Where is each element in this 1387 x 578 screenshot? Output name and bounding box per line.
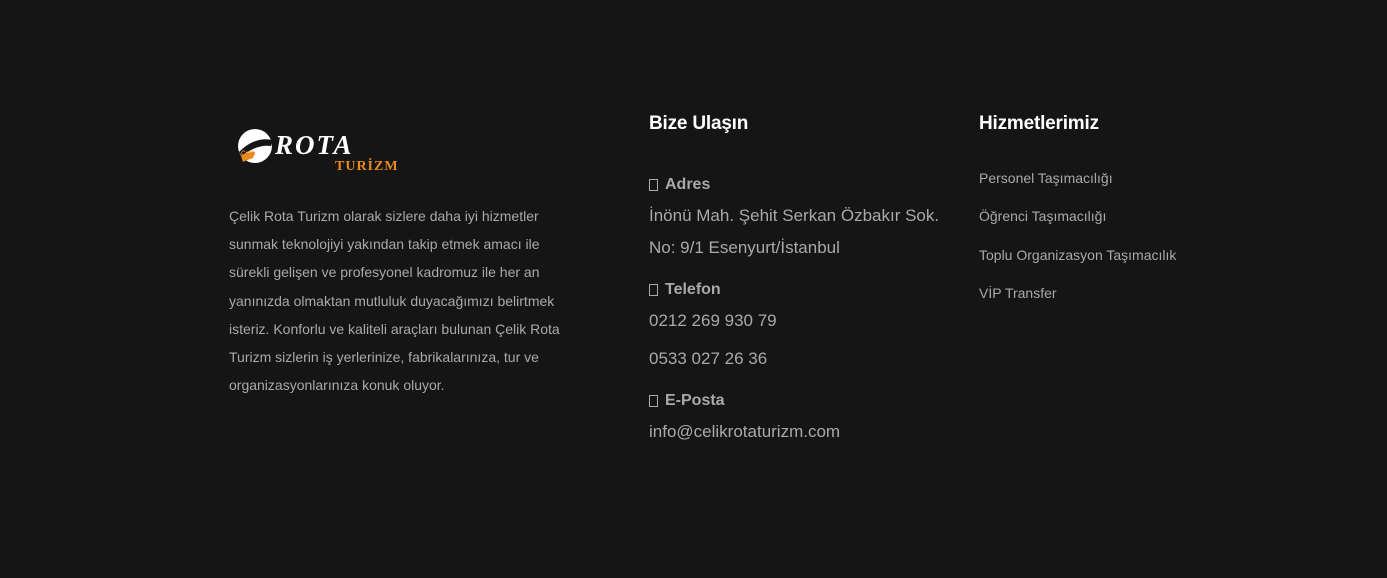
logo-badge-text: Çelik [241,151,256,157]
address-line-2: No: 9/1 Esenyurt/İstanbul [649,238,840,257]
about-text: Çelik Rota Turizm olarak sizlere daha iy… [229,208,560,394]
address-label-row: Adres [649,174,959,196]
services-list: Personel Taşımacılığı Öğrenci Taşımacılı… [979,168,1239,322]
services-heading: Hizmetlerimiz [979,113,1099,134]
address-line-1: İnönü Mah. Şehit Serkan Özbakır Sok. [649,206,940,225]
phone-icon [649,284,658,296]
phone-label-row: Telefon [649,279,959,301]
phone-2-link[interactable]: 0533 027 26 36 [649,343,959,375]
logo-main-text: ROTA [274,130,354,160]
services-column: Hizmetlerimiz Personel Taşımacılığı Öğre… [979,112,1239,322]
address-value: İnönü Mah. Şehit Serkan Özbakır Sok. No:… [649,200,959,264]
contact-heading: Bize Ulaşın [649,113,749,134]
contact-column: Bize Ulaşın Adres İnönü Mah. Şehit Serka… [649,112,959,448]
phone-label: Telefon [665,281,721,298]
address-label: Adres [665,176,711,193]
email-label: E-Posta [665,392,725,409]
phone-1-link[interactable]: 0212 269 930 79 [649,305,959,337]
envelope-icon [649,395,658,407]
about-column: Çelik ROTA TURİZM Çelik Rota Turizm olar… [229,122,574,399]
service-link-ogrenci[interactable]: Öğrenci Taşımacılığı [979,206,1239,244]
map-marker-icon [649,179,658,191]
email-label-row: E-Posta [649,390,959,412]
service-link-vip[interactable]: VİP Transfer [979,283,1239,321]
service-link-organizasyon[interactable]: Toplu Organizasyon Taşımacılık [979,245,1239,283]
service-link-personel[interactable]: Personel Taşımacılığı [979,168,1239,206]
logo-sub-text: TURİZM [335,157,399,174]
site-footer: Çelik ROTA TURİZM Çelik Rota Turizm olar… [0,0,1387,578]
email-link[interactable]: info@celikrotaturizm.com [649,416,959,448]
celik-rota-logo[interactable]: Çelik ROTA TURİZM [233,122,408,180]
